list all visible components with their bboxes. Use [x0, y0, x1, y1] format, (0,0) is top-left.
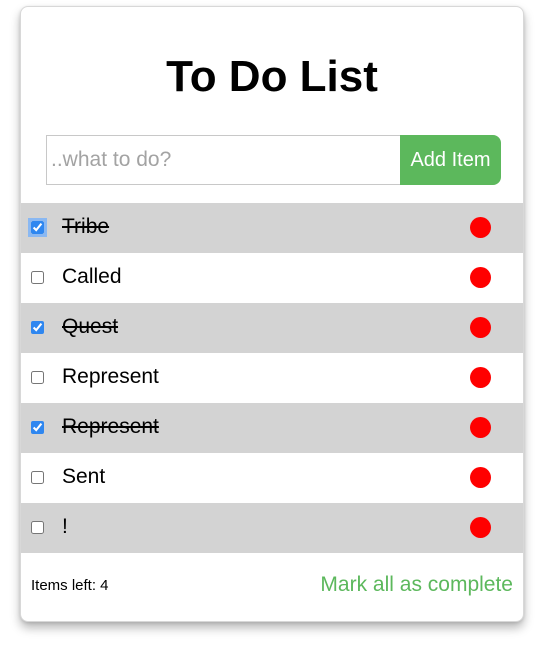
todo-item: Tribe [21, 203, 523, 253]
todo-checkbox[interactable] [31, 521, 44, 534]
todo-item-label[interactable]: Quest [62, 303, 118, 351]
todo-item-label[interactable]: Represent [62, 353, 159, 401]
add-item-button[interactable]: Add Item [400, 135, 501, 185]
delete-dot-icon[interactable] [470, 467, 491, 488]
mark-all-complete-link[interactable]: Mark all as complete [320, 573, 513, 597]
delete-dot-icon[interactable] [470, 417, 491, 438]
todo-checkbox[interactable] [31, 321, 44, 334]
todo-item: Represent [21, 353, 523, 403]
delete-dot-icon[interactable] [470, 317, 491, 338]
todo-checkbox[interactable] [31, 371, 44, 384]
delete-dot-icon[interactable] [470, 517, 491, 538]
delete-dot-icon[interactable] [470, 267, 491, 288]
todo-item: Sent [21, 453, 523, 503]
delete-dot-icon[interactable] [470, 367, 491, 388]
todo-list: Tribe Called Quest Represent Represent S… [21, 203, 523, 553]
todo-item: Represent [21, 403, 523, 453]
todo-item: Called [21, 253, 523, 303]
todo-checkbox[interactable] [31, 271, 44, 284]
add-item-row: Add Item [46, 135, 501, 187]
todo-checkbox[interactable] [28, 218, 47, 237]
new-todo-input[interactable] [46, 135, 400, 185]
todo-item-label[interactable]: Called [62, 253, 122, 301]
todo-item-label[interactable]: ! [62, 503, 68, 551]
todo-card: To Do List Add Item Tribe Called Quest R… [20, 6, 524, 622]
page-title: To Do List [166, 52, 378, 101]
todo-item: ! [21, 503, 523, 553]
todo-checkbox[interactable] [31, 471, 44, 484]
todo-item-label[interactable]: Sent [62, 453, 105, 501]
todo-footer: Items left: 4 Mark all as complete [21, 555, 523, 615]
todo-item-label[interactable]: Tribe [62, 203, 109, 251]
todo-item: Quest [21, 303, 523, 353]
delete-dot-icon[interactable] [470, 217, 491, 238]
items-left-count: Items left: 4 [31, 577, 109, 594]
todo-item-label[interactable]: Represent [62, 403, 159, 451]
todo-checkbox[interactable] [31, 421, 44, 434]
